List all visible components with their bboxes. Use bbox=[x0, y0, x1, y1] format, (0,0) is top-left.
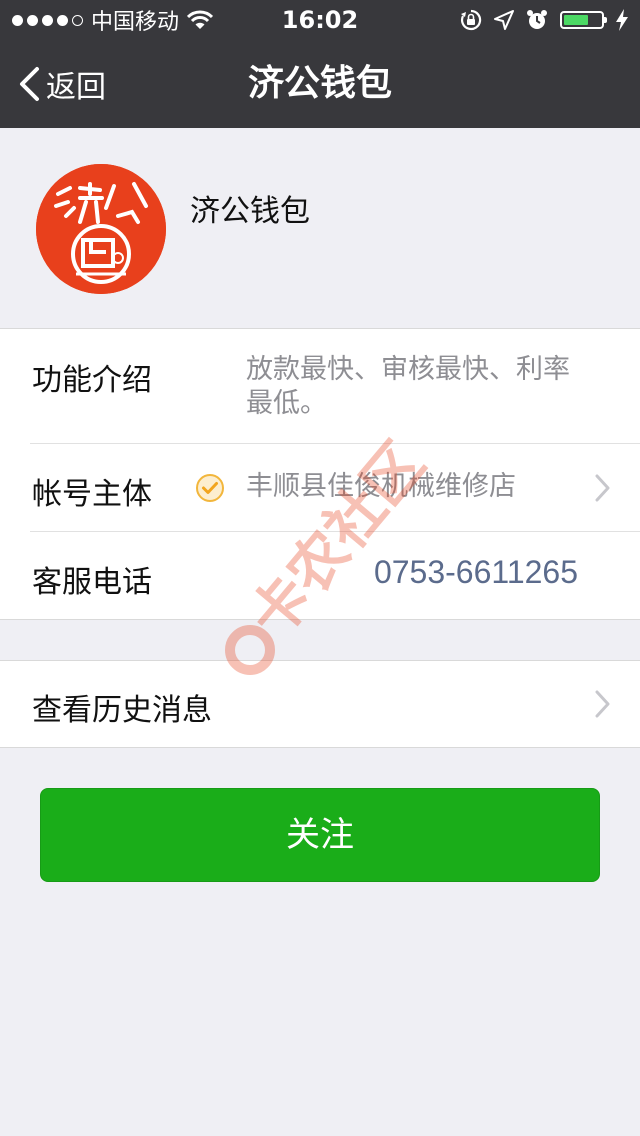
account-value: 丰顺县佳俊机械维修店 bbox=[246, 471, 516, 502]
history-row[interactable]: 查看历史消息 bbox=[0, 661, 640, 747]
info-group: 功能介绍 放款最快、审核最快、利率最低。 帐号主体 丰顺县佳俊机械维修店 客服电… bbox=[0, 328, 640, 620]
follow-button[interactable]: 关注 bbox=[40, 788, 600, 882]
status-right bbox=[460, 0, 628, 40]
nav-bar: 返回 济公钱包 bbox=[0, 40, 640, 128]
history-group: 查看历史消息 bbox=[0, 660, 640, 748]
rotation-lock-icon bbox=[460, 9, 482, 31]
page-title: 济公钱包 bbox=[247, 63, 392, 104]
profile-header: 济公钱包 bbox=[0, 128, 640, 328]
intro-label: 功能介绍 bbox=[32, 363, 152, 398]
chevron-right-icon bbox=[595, 690, 610, 718]
brand-logo-icon bbox=[36, 164, 166, 294]
charging-bolt-icon bbox=[616, 9, 628, 31]
battery-icon bbox=[560, 11, 607, 29]
profile-name: 济公钱包 bbox=[190, 194, 310, 229]
phone-label: 客服电话 bbox=[32, 565, 152, 600]
history-label: 查看历史消息 bbox=[32, 693, 212, 728]
status-bar: 中国移动 16:02 bbox=[0, 0, 640, 40]
verified-check-icon bbox=[196, 474, 224, 502]
intro-row: 功能介绍 放款最快、审核最快、利率最低。 bbox=[0, 329, 640, 443]
account-label: 帐号主体 bbox=[32, 477, 152, 512]
phone-number-link[interactable]: 0753-6611265 bbox=[374, 554, 578, 591]
location-arrow-icon bbox=[494, 10, 514, 30]
intro-value: 放款最快、审核最快、利率最低。 bbox=[246, 354, 570, 419]
alarm-clock-icon bbox=[527, 10, 547, 29]
chevron-right-icon bbox=[595, 474, 610, 502]
account-row[interactable]: 帐号主体 丰顺县佳俊机械维修店 bbox=[0, 444, 640, 531]
avatar[interactable] bbox=[36, 164, 166, 294]
phone-row[interactable]: 客服电话 0753-6611265 bbox=[0, 532, 640, 619]
